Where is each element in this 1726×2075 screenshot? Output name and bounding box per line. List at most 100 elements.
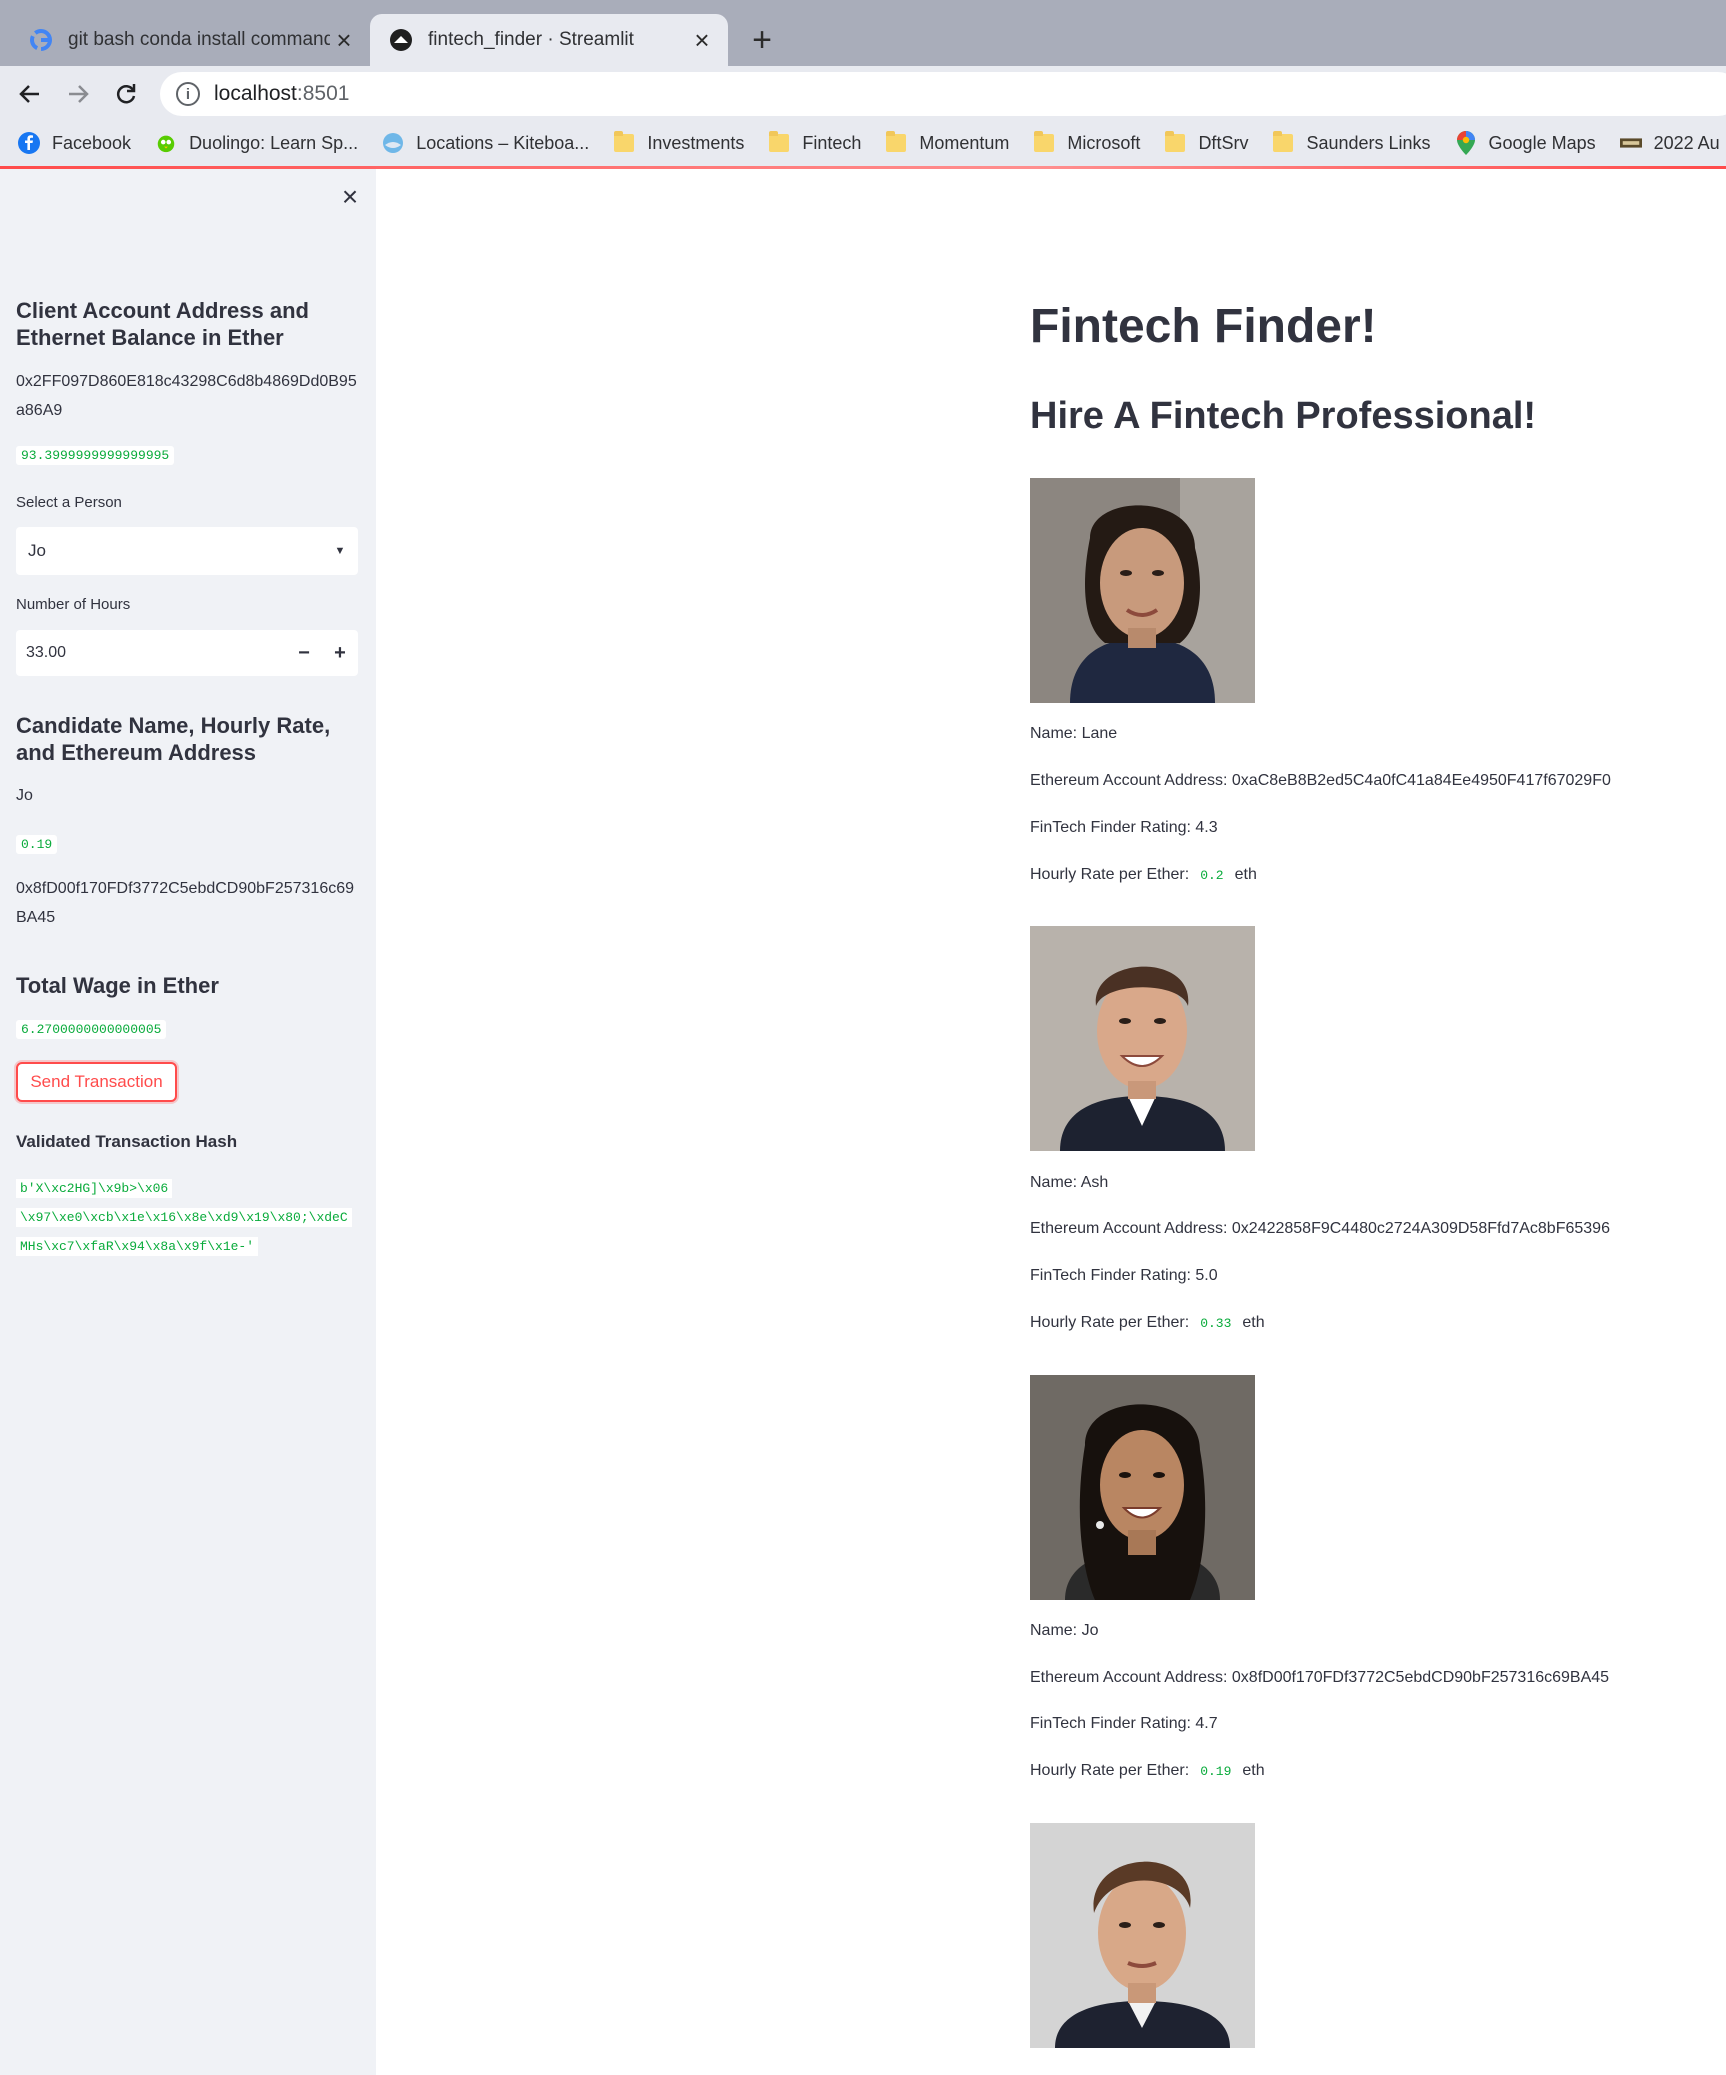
- rate-label: Hourly Rate per Ether:: [1030, 866, 1190, 883]
- new-tab-plus-icon[interactable]: +: [744, 21, 780, 59]
- hash-line: b'X\xc2HG]\x9b>\x06: [16, 1179, 173, 1198]
- select-person-label: Select a Person: [16, 494, 122, 511]
- folder-icon: [885, 131, 907, 154]
- browser-tab-google[interactable]: git bash conda install command ×: [10, 14, 370, 66]
- candidate-rate-row-lane: Hourly Rate per Ether: 0.2 eth: [1030, 866, 1257, 885]
- rate-label: Hourly Rate per Ether:: [1030, 1762, 1190, 1779]
- close-tab-icon[interactable]: ×: [688, 25, 716, 55]
- bookmark-label: Saunders Links: [1306, 132, 1431, 153]
- bookmark-label: Facebook: [52, 132, 132, 153]
- address-bar[interactable]: i localhost :8501: [160, 72, 1726, 116]
- bookmark-label: Microsoft: [1067, 132, 1141, 153]
- url-host: localhost: [214, 82, 297, 105]
- bookmark-duolingo[interactable]: Duolingo: Learn Sp...: [155, 132, 358, 154]
- browser-toolbar: i localhost :8501: [0, 66, 1726, 120]
- bookmark-facebook[interactable]: Facebook: [18, 132, 131, 154]
- candidate-photo-jo: [1030, 1375, 1255, 1600]
- bookmark-label: Fintech: [802, 132, 862, 153]
- folder-icon: [1272, 131, 1294, 154]
- close-tab-icon[interactable]: ×: [330, 25, 358, 55]
- candidate-address-jo: Ethereum Account Address: 0x8fD00f170FDf…: [1030, 1669, 1610, 1686]
- candidate-name-jo: Name: Jo: [1030, 1622, 1099, 1639]
- back-arrow-icon[interactable]: [10, 74, 50, 114]
- account-heading: Client Account Address and Ethernet Bala…: [16, 298, 309, 350]
- candidate-rate: 0.19: [16, 835, 58, 854]
- candidate-rating-lane: FinTech Finder Rating: 4.3: [1030, 819, 1218, 836]
- tab-title: fintech_finder · Streamlit: [428, 29, 634, 50]
- facebook-icon: [18, 132, 40, 154]
- site-info-icon[interactable]: i: [176, 82, 200, 106]
- select-person-dropdown[interactable]: Jo ▼: [16, 527, 358, 575]
- page-title: Fintech Finder!: [1030, 300, 1377, 353]
- site-icon: [1619, 132, 1642, 154]
- page-subtitle: Hire A Fintech Professional!: [1030, 395, 1537, 437]
- account-address: 0x2FF097D860E818c43298C6d8b4869Dd0B95a86…: [16, 373, 357, 419]
- rate-unit: eth: [1242, 1314, 1265, 1331]
- hours-number-input[interactable]: 33.00 − +: [16, 630, 358, 676]
- close-sidebar-icon[interactable]: ×: [336, 181, 364, 212]
- tab-title: git bash conda install command: [68, 29, 330, 50]
- candidate-name: Jo: [16, 787, 33, 804]
- bookmark-google-maps[interactable]: Google Maps: [1455, 131, 1596, 155]
- bookmark-label: 2022 Au: [1653, 132, 1720, 153]
- globe-icon: [382, 132, 404, 154]
- candidate-address-lane: Ethereum Account Address: 0xaC8eB8B2ed5C…: [1030, 772, 1611, 789]
- rate-label: Hourly Rate per Ether:: [1030, 1314, 1190, 1331]
- rate-value: 0.33: [1195, 1314, 1237, 1333]
- increment-icon[interactable]: +: [322, 642, 358, 665]
- bookmark-label: Locations – Kiteboa...: [416, 132, 590, 153]
- folder-icon: [1164, 131, 1186, 154]
- candidate-name-ash: Name: Ash: [1030, 1174, 1109, 1191]
- bookmark-label: Google Maps: [1488, 132, 1596, 153]
- wage-heading: Total Wage in Ether: [16, 973, 219, 998]
- bookmark-investments[interactable]: Investments: [613, 131, 745, 154]
- hash-line: MHs\xc7\xfaR\x94\x8a\x9f\x1e-': [16, 1237, 259, 1256]
- candidate-address: 0x8fD00f170FDf3772C5ebdCD90bF257316c69BA…: [16, 880, 355, 926]
- rate-value: 0.19: [1195, 1762, 1237, 1781]
- duolingo-icon: [155, 132, 177, 154]
- candidate-name-lane: Name: Lane: [1030, 725, 1118, 742]
- sidebar: × Client Account Address and Ethernet Ba…: [0, 169, 376, 2075]
- bookmark-label: DftSrv: [1198, 132, 1249, 153]
- rate-value: 0.2: [1195, 866, 1229, 885]
- maps-pin-icon: [1455, 131, 1477, 155]
- bookmark-label: Momentum: [919, 132, 1010, 153]
- folder-icon: [613, 131, 635, 154]
- selected-person: Jo: [28, 541, 46, 560]
- chevron-down-icon: ▼: [334, 545, 346, 557]
- candidate-heading: Candidate Name, Hourly Rate, and Ethereu…: [16, 713, 331, 765]
- forward-arrow-icon[interactable]: [58, 74, 98, 114]
- hash-heading: Validated Transaction Hash: [16, 1132, 238, 1151]
- google-icon: [28, 27, 54, 53]
- bookmarks-bar: Facebook Duolingo: Learn Sp... Locations…: [0, 120, 1726, 166]
- bookmark-2022[interactable]: 2022 Au: [1619, 132, 1720, 154]
- browser-tab-strip: git bash conda install command × fintech…: [0, 0, 1726, 66]
- transaction-hash: b'X\xc2HG]\x9b>\x06 \x97\xe0\xcb\x1e\x16…: [16, 1174, 361, 1261]
- hash-line: \x97\xe0\xcb\x1e\x16\x8e\xd9\x19\x80;\xd…: [16, 1208, 352, 1227]
- bookmark-fintech[interactable]: Fintech: [768, 131, 862, 154]
- bookmark-saunders-links[interactable]: Saunders Links: [1272, 131, 1431, 154]
- bookmark-label: Duolingo: Learn Sp...: [189, 132, 359, 153]
- bookmark-locations[interactable]: Locations – Kiteboa...: [382, 132, 589, 154]
- rate-unit: eth: [1234, 866, 1257, 883]
- main-content: Fintech Finder! Hire A Fintech Professio…: [376, 169, 1726, 2075]
- bookmark-label: Investments: [647, 132, 745, 153]
- bookmark-dftsrv[interactable]: DftSrv: [1164, 131, 1249, 154]
- folder-icon: [768, 131, 790, 154]
- candidate-rate-row-ash: Hourly Rate per Ether: 0.33 eth: [1030, 1314, 1265, 1333]
- candidate-photo-lane: [1030, 478, 1255, 703]
- browser-tab-streamlit[interactable]: fintech_finder · Streamlit ×: [370, 14, 728, 66]
- hours-value[interactable]: 33.00: [16, 644, 286, 662]
- candidate-photo-4: [1030, 1823, 1255, 2048]
- bookmark-microsoft[interactable]: Microsoft: [1033, 131, 1141, 154]
- bookmark-momentum[interactable]: Momentum: [885, 131, 1010, 154]
- reload-icon[interactable]: [106, 74, 146, 114]
- rate-unit: eth: [1242, 1762, 1265, 1779]
- candidate-rating-jo: FinTech Finder Rating: 4.7: [1030, 1715, 1218, 1732]
- send-transaction-button[interactable]: Send Transaction: [16, 1062, 177, 1102]
- folder-icon: [1033, 131, 1055, 154]
- url-port: :8501: [296, 82, 350, 105]
- candidate-rate-row-jo: Hourly Rate per Ether: 0.19 eth: [1030, 1762, 1265, 1781]
- decrement-icon[interactable]: −: [286, 642, 322, 665]
- wage-value: 6.2700000000000005: [16, 1020, 167, 1039]
